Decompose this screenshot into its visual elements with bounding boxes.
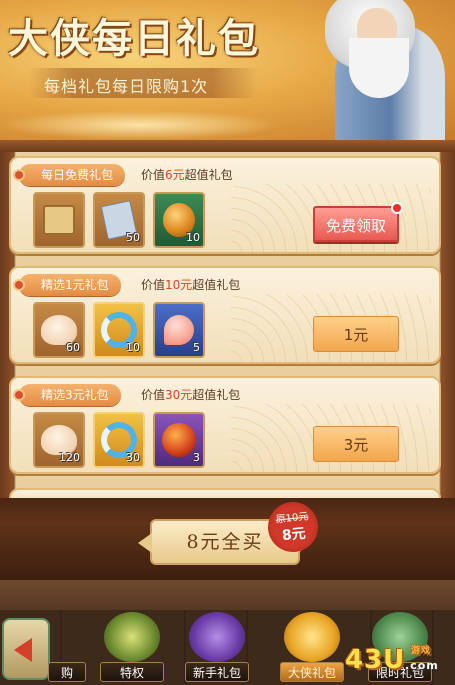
back-arrow-icon (14, 638, 32, 662)
peach-icon (164, 315, 194, 345)
gift-pack-3yuan: 精选3元礼包 价值30元超值礼包 120 30 3 3元 (9, 376, 441, 474)
item-slot[interactable] (33, 192, 85, 248)
pack-tag: 每日免费礼包 (13, 164, 126, 186)
tab-newbie-gift[interactable]: 新手礼包 (183, 612, 251, 682)
item-slot[interactable]: 60 (33, 302, 85, 358)
gift-pack-1yuan: 精选1元礼包 价值10元超值礼包 60 10 5 1元 (9, 266, 441, 364)
site-watermark: 43U 游戏 .com (345, 645, 439, 675)
item-slot[interactable]: 10 (93, 302, 145, 358)
pack-tag: 精选1元礼包 (13, 274, 121, 296)
buy-1yuan-button[interactable]: 1元 (313, 316, 399, 352)
header-banner: 大侠每日礼包 每档礼包每日限购1次 (0, 0, 455, 140)
privilege-icon (104, 612, 160, 662)
red-gem-icon (162, 423, 196, 457)
sage-character-illustration (280, 0, 455, 140)
back-button[interactable] (2, 618, 50, 680)
gift-page: 大侠每日礼包 每档礼包每日限购1次 每日免费礼包 价值6元超值礼包 50 10 (0, 0, 455, 685)
tab-privilege[interactable]: 特权 (98, 612, 166, 682)
scroll-icon (43, 205, 75, 235)
page-title: 大侠每日礼包 (8, 15, 260, 62)
claim-free-button[interactable]: 免费领取 (313, 202, 403, 242)
gift-bag-icon (189, 612, 245, 662)
gift-pack-free: 每日免费礼包 价值6元超值礼包 50 10 免费领取 (9, 156, 441, 254)
pack-value: 价值6元超值礼包 (141, 168, 233, 182)
shelf-top-beam (0, 140, 455, 152)
tab-purchase[interactable]: 购 (46, 612, 86, 682)
treasure-chest-icon (284, 612, 340, 662)
pack-value: 价值10元超值礼包 (141, 278, 241, 292)
pack-value: 价值30元超值礼包 (141, 388, 241, 402)
cloud-decoration (0, 110, 280, 140)
item-slot[interactable]: 50 (93, 192, 145, 248)
item-slot[interactable]: 30 (93, 412, 145, 468)
page-subtitle: 每档礼包每日限购1次 (44, 77, 209, 96)
item-slot[interactable]: 120 (33, 412, 85, 468)
pack-tag: 精选3元礼包 (13, 384, 121, 406)
notification-dot (391, 202, 403, 214)
tab-hero-gift[interactable]: 大侠礼包 (278, 612, 346, 682)
item-slot[interactable]: 10 (153, 192, 205, 248)
buy-3yuan-button[interactable]: 3元 (313, 426, 399, 462)
item-slot[interactable]: 3 (153, 412, 205, 468)
discount-price: 8元 (281, 525, 307, 545)
item-slot[interactable]: 5 (153, 302, 205, 358)
